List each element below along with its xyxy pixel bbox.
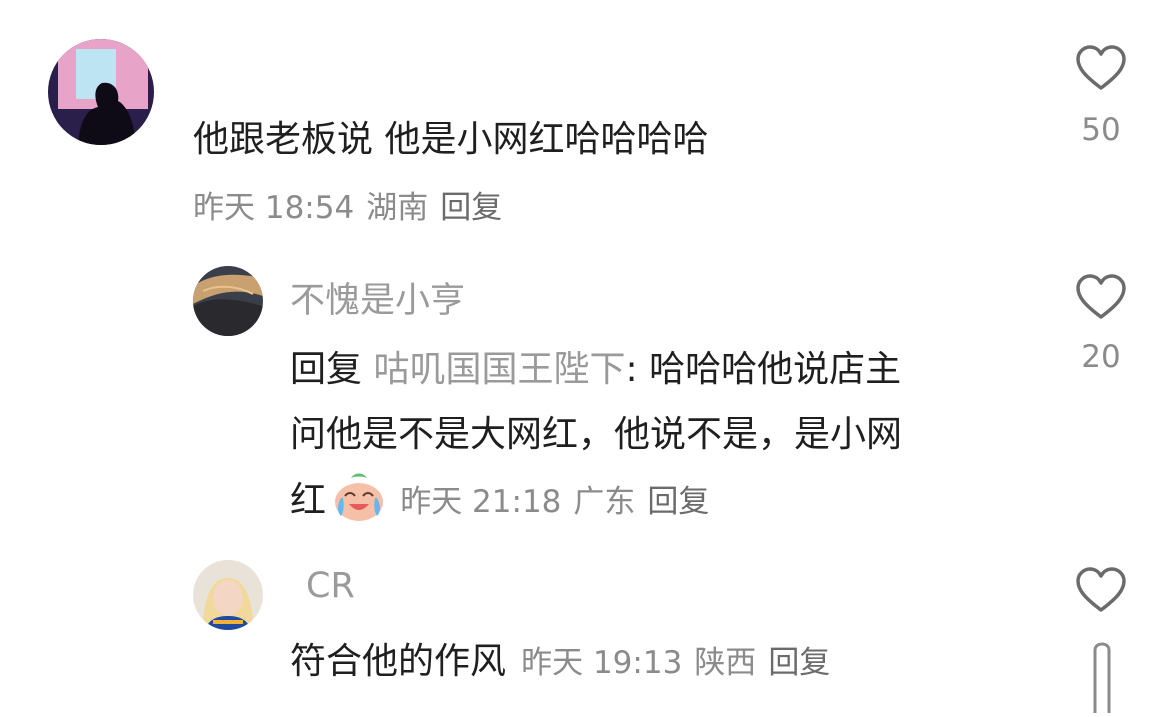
like-count: 20 xyxy=(1081,339,1121,375)
crying-laughing-emoji xyxy=(335,473,384,521)
like-button[interactable] xyxy=(1075,566,1127,618)
avatar-image xyxy=(193,266,263,336)
reply-time: 昨天 19:13 xyxy=(521,645,683,681)
digit-fragment xyxy=(1093,642,1111,713)
like-button[interactable] xyxy=(1075,44,1127,96)
avatar[interactable] xyxy=(48,39,154,145)
reply-text-line2: 问他是不是大网红，他说不是，是小网 xyxy=(290,414,903,455)
reply-line3: 红 昨天 21:18 广东 回复 xyxy=(290,470,721,523)
reply-button[interactable]: 回复 xyxy=(647,484,709,520)
reply-button[interactable]: 回复 xyxy=(440,190,502,226)
reply-username[interactable]: CR xyxy=(306,566,355,606)
like-button[interactable] xyxy=(1075,273,1127,325)
comment-time: 昨天 18:54 xyxy=(193,190,355,226)
avatar[interactable] xyxy=(193,266,263,336)
like-count: 50 xyxy=(1081,112,1121,148)
reply-text: 符合他的作风 xyxy=(290,641,507,682)
comment-text: 他跟老板说 他是小网红哈哈哈哈 xyxy=(193,119,709,160)
reply-time: 昨天 21:18 xyxy=(400,484,562,520)
reply-location: 陕西 xyxy=(694,645,757,681)
reply-text: 回复 咕叽国国王陛下: 哈哈哈他说店主 xyxy=(290,349,902,390)
reply-line: 符合他的作风 昨天 19:13 陕西 回复 xyxy=(290,632,842,684)
heart-icon xyxy=(1076,567,1126,612)
reply-prefix: 回复 xyxy=(290,349,363,390)
avatar[interactable] xyxy=(193,560,263,630)
reply-to-username[interactable]: 咕叽国国王陛下 xyxy=(373,349,625,390)
reply-button[interactable]: 回复 xyxy=(768,645,830,681)
reply-username[interactable]: 不愧是小亨 xyxy=(290,272,465,323)
heart-icon xyxy=(1076,274,1126,319)
like-count-partial xyxy=(1090,638,1114,713)
reply-text-line1: 哈哈哈他说店主 xyxy=(649,349,902,390)
avatar-image xyxy=(48,39,154,145)
reply-text-line3: 红 xyxy=(290,480,327,521)
heart-icon xyxy=(1076,45,1126,90)
comment-location: 湖南 xyxy=(366,190,429,226)
comment-meta: 昨天 18:54 湖南 回复 xyxy=(193,182,514,227)
reply-location: 广东 xyxy=(573,484,636,520)
avatar-image xyxy=(193,560,263,630)
